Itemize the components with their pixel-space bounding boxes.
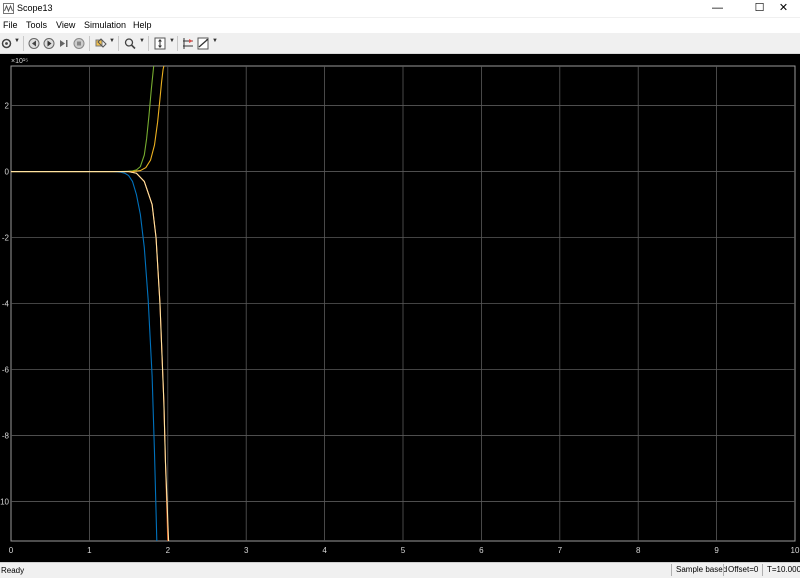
minimize-button[interactable]: — — [701, 0, 734, 17]
toolbar-separator — [177, 36, 178, 51]
window-title: Scope13 — [17, 3, 53, 13]
maximize-icon: ☐ — [754, 2, 765, 14]
highlight-dropdown-icon[interactable]: ▼ — [109, 38, 115, 44]
toolbar-separator — [89, 36, 90, 51]
scope-app-icon — [3, 3, 14, 14]
minimize-icon: — — [712, 2, 723, 14]
toolbar-separator — [118, 36, 119, 51]
x-tick-label: 7 — [558, 546, 563, 555]
cursor-measurements-button[interactable] — [182, 37, 194, 50]
title-bar: Scope13 — ☐ ✕ — [0, 0, 800, 17]
zoom-dropdown-icon[interactable]: ▼ — [139, 38, 145, 44]
plot-svg: 0 1 2 3 4 5 6 7 8 9 10 2 0 -2 -4 -6 -8 10 ×10¹⁵ — [0, 58, 800, 555]
menu-tools[interactable]: Tools — [26, 20, 47, 30]
x-tick-label: 6 — [479, 546, 484, 555]
scale-axes-button[interactable] — [154, 37, 166, 50]
scope-plot[interactable]: 0 1 2 3 4 5 6 7 8 9 10 2 0 -2 -4 -6 -8 10 ×10¹⁵ — [0, 54, 800, 562]
y-exponent-label: ×10¹⁵ — [11, 58, 28, 65]
zoom-icon — [124, 38, 136, 50]
close-icon: ✕ — [778, 2, 789, 14]
scale-axes-icon — [154, 37, 166, 50]
x-tick-label: 5 — [401, 546, 406, 555]
x-tick-label: 1 — [87, 546, 92, 555]
x-tick-label: 4 — [322, 546, 327, 555]
y-tick-label: 10 — [0, 497, 9, 506]
highlight-button[interactable] — [95, 37, 107, 50]
settings-dropdown-icon[interactable]: ▼ — [14, 38, 20, 44]
offset-label: Offset=0 — [723, 564, 758, 576]
run-button[interactable] — [43, 37, 55, 50]
triggers-dropdown-icon[interactable]: ▼ — [212, 38, 218, 44]
scale-axes-dropdown-icon[interactable]: ▼ — [169, 38, 175, 44]
menu-view[interactable]: View — [56, 20, 75, 30]
status-text: Ready — [1, 566, 25, 575]
y-tick-label: 2 — [5, 102, 10, 111]
toolbar-separator — [23, 36, 24, 51]
triggers-button[interactable] — [197, 37, 209, 50]
status-bar: Ready Sample based Offset=0 T=10.000 — [0, 562, 800, 578]
x-tick-label: 0 — [9, 546, 14, 555]
menu-bar: File Tools View Simulation Help — [0, 18, 800, 33]
triggers-icon — [197, 37, 209, 50]
settings-button[interactable] — [1, 37, 12, 50]
y-tick-label: -8 — [2, 431, 10, 440]
highlight-icon — [95, 38, 107, 48]
cursor-measurements-icon — [183, 38, 193, 49]
y-tick-label: -2 — [2, 234, 10, 243]
close-button[interactable]: ✕ — [767, 0, 800, 17]
menu-file[interactable]: File — [3, 20, 18, 30]
x-tick-label: 9 — [714, 546, 719, 555]
stop-button[interactable] — [73, 37, 85, 50]
time-label: T=10.000 — [762, 564, 800, 576]
y-tick-label: -6 — [2, 365, 10, 374]
toolbar: ▼ ▼ ▼ ▼ ▼ — [0, 34, 800, 54]
stop-icon — [73, 38, 85, 49]
settings-icon — [1, 38, 12, 49]
step-back-icon — [28, 38, 40, 49]
step-forward-icon — [60, 40, 68, 47]
step-forward-button[interactable] — [58, 37, 70, 50]
sample-mode-label: Sample based — [671, 564, 727, 576]
menu-help[interactable]: Help — [133, 20, 152, 30]
toolbar-separator — [148, 36, 149, 51]
step-back-button[interactable] — [28, 37, 40, 50]
zoom-button[interactable] — [124, 37, 136, 50]
y-tick-label: -4 — [2, 300, 10, 309]
x-tick-label: 8 — [636, 546, 641, 555]
x-tick-label: 2 — [166, 546, 171, 555]
x-tick-label: 10 — [791, 546, 800, 555]
x-tick-label: 3 — [244, 546, 249, 555]
menu-simulation[interactable]: Simulation — [84, 20, 126, 30]
y-tick-label: 0 — [5, 168, 10, 177]
run-icon — [43, 38, 55, 49]
